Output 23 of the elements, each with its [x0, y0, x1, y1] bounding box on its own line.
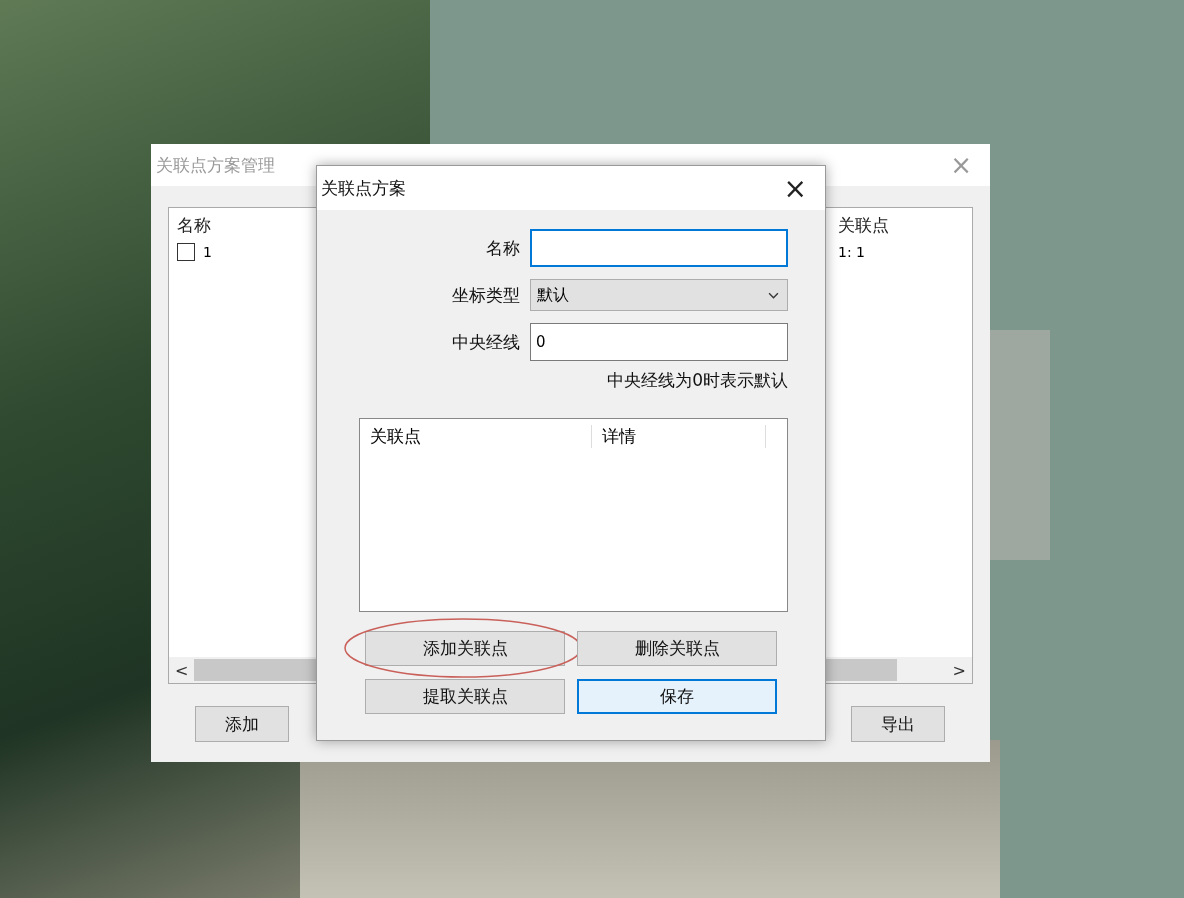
field-label: 坐标类型 — [451, 283, 520, 307]
dialog-button[interactable]: 提取关联点 — [365, 679, 565, 714]
table-cell: 1 — [203, 244, 212, 260]
column-header: 详情 — [592, 424, 766, 448]
close-icon[interactable]: × — [783, 171, 807, 205]
input-field[interactable]: 0 — [530, 323, 788, 361]
field-label: 中央经线 — [451, 330, 520, 354]
scroll-right-button[interactable]: > — [952, 660, 966, 680]
dialog-button[interactable]: 添加关联点 — [365, 631, 565, 666]
dialog-button[interactable]: 保存 — [577, 679, 777, 714]
hint-text: 中央经线为0时表示默认 — [607, 369, 788, 392]
table-cell: 1: 1 — [838, 244, 865, 260]
window-title: 关联点方案管理 — [156, 153, 275, 177]
input-field[interactable] — [530, 229, 788, 267]
dialog-button[interactable]: 删除关联点 — [577, 631, 777, 666]
column-header: 关联点 — [360, 424, 592, 448]
scroll-left-button[interactable]: < — [175, 660, 189, 680]
window-title: 关联点方案 — [321, 176, 406, 200]
column-header: 名称 — [177, 214, 212, 237]
field-label: 名称 — [485, 236, 520, 260]
column-header: 关联点 — [838, 214, 890, 237]
chevron-down-icon — [768, 291, 779, 299]
dropdown[interactable]: 默认 — [530, 279, 788, 311]
